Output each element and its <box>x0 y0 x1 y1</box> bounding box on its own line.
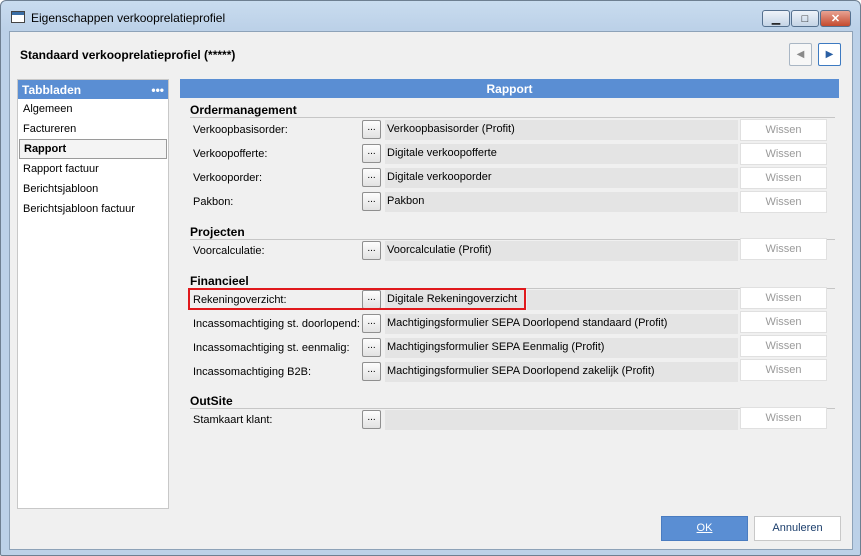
clear-button[interactable]: Wissen <box>740 143 827 165</box>
minimize-button[interactable]: ▁ <box>762 10 790 27</box>
row-label: Verkooporder: <box>193 172 263 184</box>
browse-button[interactable]: ... <box>362 168 381 187</box>
section-title-outsite: OutSite <box>190 394 233 408</box>
section-divider <box>190 239 835 240</box>
browse-button[interactable]: ... <box>362 338 381 357</box>
report-field[interactable]: Pakbon <box>385 192 738 212</box>
browse-button[interactable]: ... <box>362 362 381 381</box>
row-label: Incassomachtiging st. eenmalig: <box>193 342 350 354</box>
clear-button[interactable]: Wissen <box>740 191 827 213</box>
browse-button[interactable]: ... <box>362 144 381 163</box>
section-title-financieel: Financieel <box>190 274 249 288</box>
report-field[interactable]: Voorcalculatie (Profit) <box>385 241 738 261</box>
highlight-annotation <box>188 288 526 310</box>
clear-button[interactable]: Wissen <box>740 359 827 381</box>
cancel-button[interactable]: Annuleren <box>754 516 841 541</box>
clear-button[interactable]: Wissen <box>740 287 827 309</box>
report-field[interactable]: Machtigingsformulier SEPA Doorlopend sta… <box>385 314 738 334</box>
section-divider <box>190 117 835 118</box>
clear-button[interactable]: Wissen <box>740 119 827 141</box>
browse-button[interactable]: ... <box>362 192 381 211</box>
chevron-left-icon: ◀ <box>796 49 805 60</box>
clear-button[interactable]: Wissen <box>740 407 827 429</box>
sidebar-title: Tabbladen <box>22 82 82 97</box>
previous-record-button[interactable]: ◀ <box>789 43 812 66</box>
row-label: Incassomachtiging st. doorlopend: <box>193 318 360 330</box>
close-button[interactable]: ✕ <box>820 10 851 27</box>
ok-button[interactable]: OK <box>661 516 748 541</box>
panel-header: Rapport <box>180 79 839 98</box>
row-label: Pakbon: <box>193 196 234 208</box>
sidebar-item-berichtsjabloon-factuur[interactable]: Berichtsjabloon factuur <box>19 199 167 219</box>
browse-button[interactable]: ... <box>362 120 381 139</box>
sidebar-item-berichtsjabloon[interactable]: Berichtsjabloon <box>19 179 167 199</box>
sidebar-item-factureren[interactable]: Factureren <box>19 119 167 139</box>
clear-button[interactable]: Wissen <box>740 167 827 189</box>
section-divider <box>190 408 835 409</box>
report-field[interactable]: Machtigingsformulier SEPA Doorlopend zak… <box>385 362 738 382</box>
window-icon <box>11 11 25 23</box>
sidebar-item-algemeen[interactable]: Algemeen <box>19 99 167 119</box>
maximize-button[interactable]: □ <box>791 10 819 27</box>
sidebar-header: Tabbladen ••• <box>18 80 168 99</box>
window-title: Eigenschappen verkooprelatieprofiel <box>31 11 226 25</box>
browse-button[interactable]: ... <box>362 410 381 429</box>
report-field[interactable]: Verkoopbasisorder (Profit) <box>385 120 738 140</box>
tab-sidebar: Tabbladen ••• Algemeen Factureren Rappor… <box>17 79 169 509</box>
ok-label: OK <box>696 522 713 534</box>
clear-button[interactable]: Wissen <box>740 311 827 333</box>
browse-button[interactable]: ... <box>362 314 381 333</box>
more-options-icon[interactable]: ••• <box>151 83 164 97</box>
dialog-window: Eigenschappen verkooprelatieprofiel ▁ □ … <box>0 0 861 556</box>
report-field[interactable]: Machtigingsformulier SEPA Eenmalig (Prof… <box>385 338 738 358</box>
browse-button[interactable]: ... <box>362 241 381 260</box>
rapport-panel: Rapport Ordermanagement Verkoopbasisorde… <box>180 79 839 509</box>
row-label: Incassomachtiging B2B: <box>193 366 312 378</box>
row-label: Voorcalculatie: <box>193 245 265 257</box>
title-bar[interactable]: Eigenschappen verkooprelatieprofiel ▁ □ … <box>1 1 860 31</box>
section-title-projecten: Projecten <box>190 225 245 239</box>
page-title: Standaard verkooprelatieprofiel (*****) <box>20 48 236 62</box>
row-label: Verkoopofferte: <box>193 148 268 160</box>
chevron-right-icon: ▶ <box>825 49 834 60</box>
sidebar-item-rapport-factuur[interactable]: Rapport factuur <box>19 159 167 179</box>
row-label: Verkoopbasisorder: <box>193 124 288 136</box>
row-label: Stamkaart klant: <box>193 414 273 426</box>
section-title-ordermanagement: Ordermanagement <box>190 103 297 117</box>
clear-button[interactable]: Wissen <box>740 335 827 357</box>
report-field-filler <box>527 290 738 310</box>
report-field[interactable]: Digitale verkoopofferte <box>385 144 738 164</box>
sidebar-item-rapport[interactable]: Rapport <box>19 139 167 159</box>
clear-button[interactable]: Wissen <box>740 238 827 260</box>
next-record-button[interactable]: ▶ <box>818 43 841 66</box>
report-field[interactable] <box>385 410 738 430</box>
report-field[interactable]: Digitale verkooporder <box>385 168 738 188</box>
